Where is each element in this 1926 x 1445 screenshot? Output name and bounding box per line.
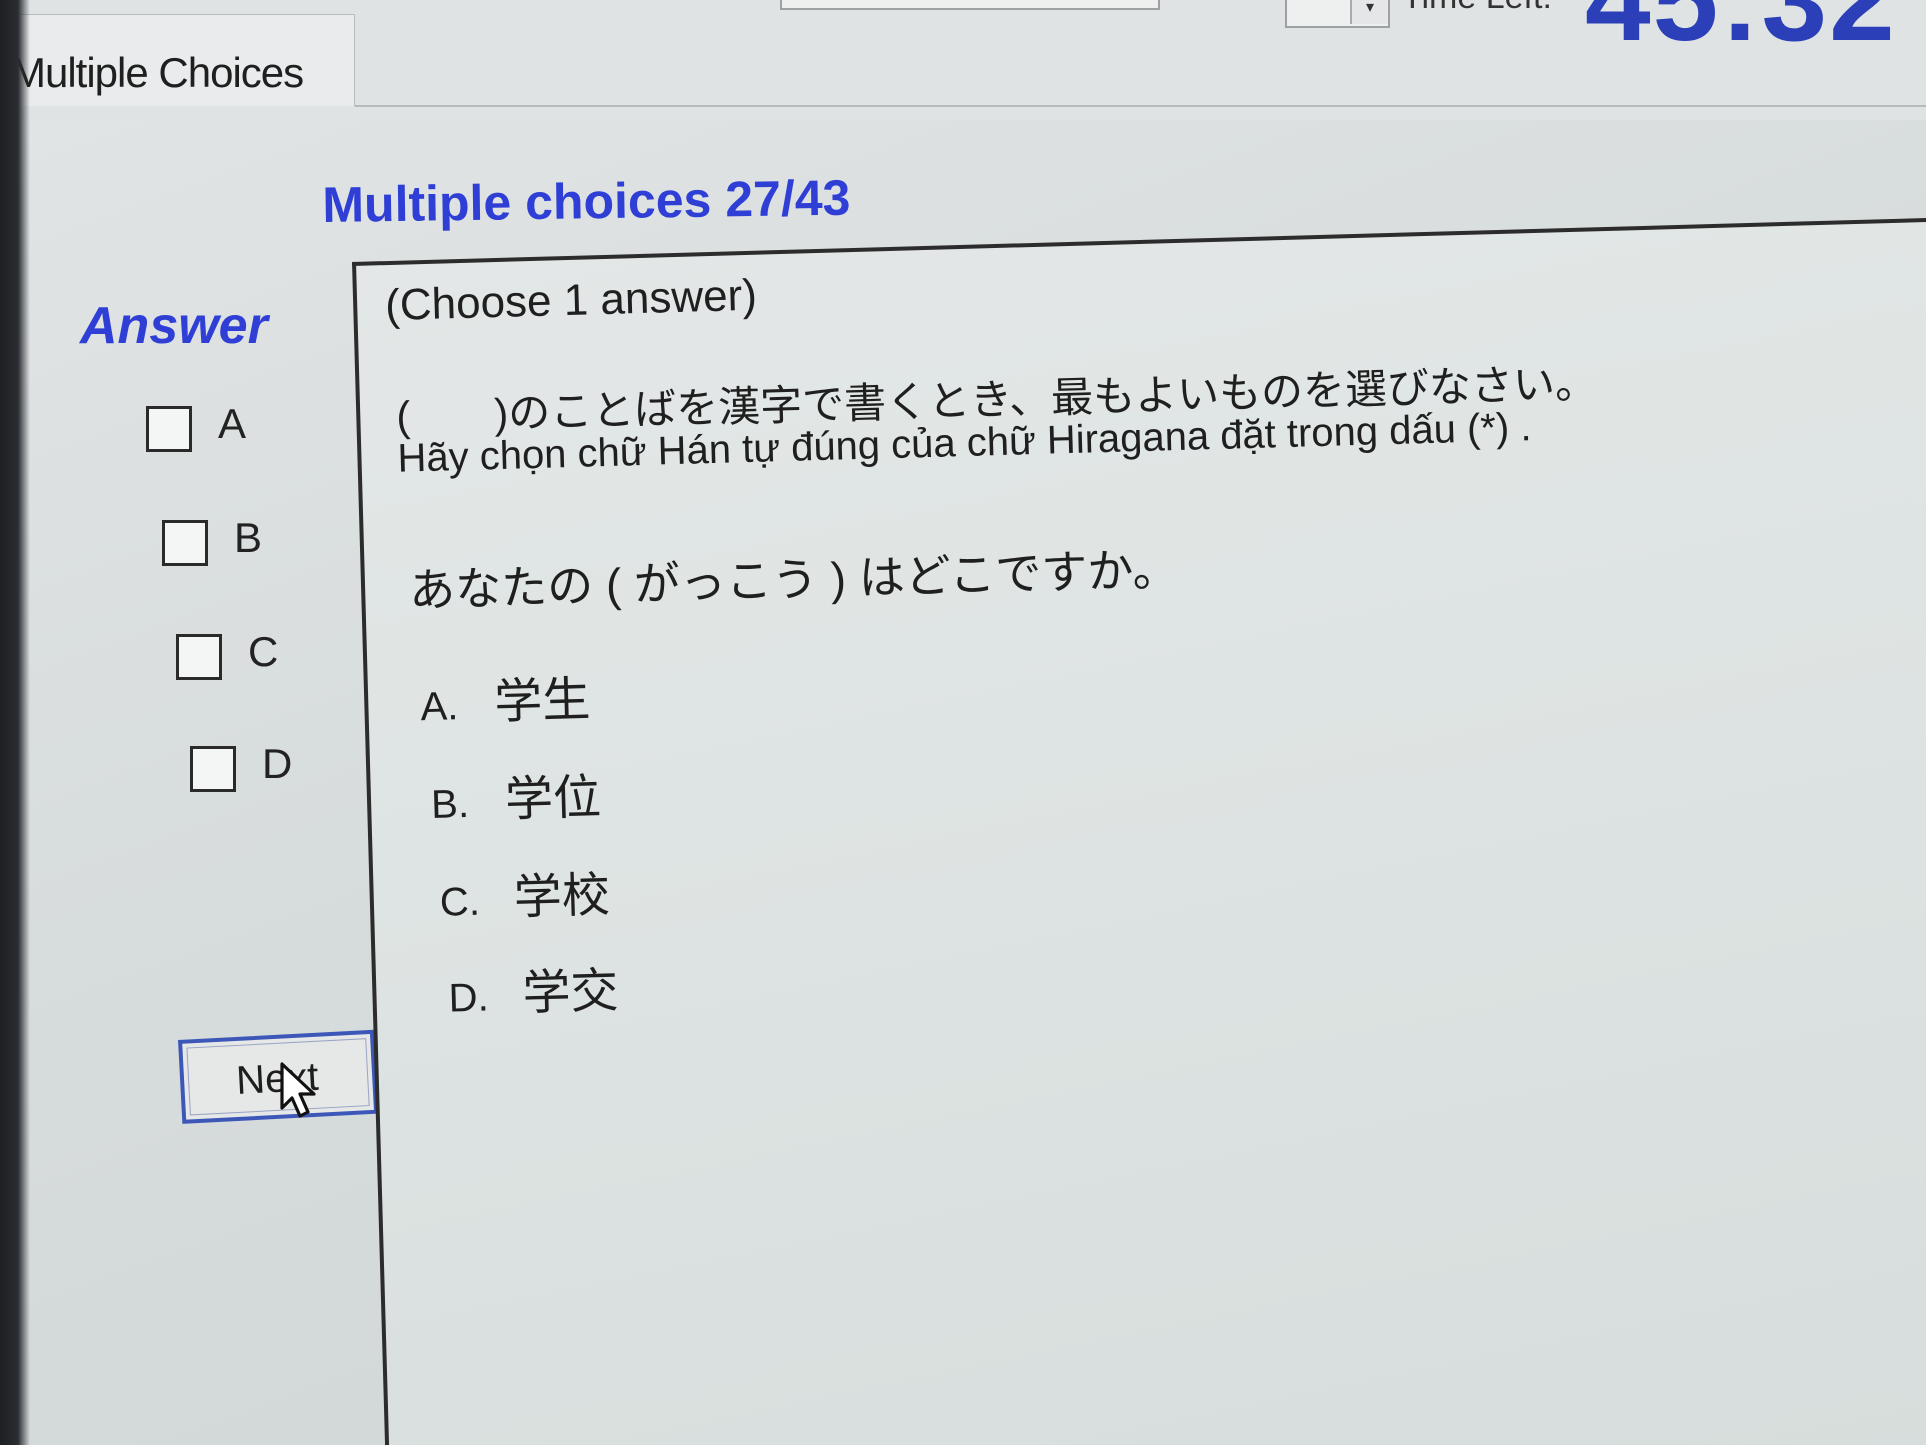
option-letter: A — [218, 400, 247, 447]
top-strip: Multiple Choices ▾ Time Left: 45:32 — [0, 0, 1926, 120]
question-sentence: あなたの ( がっこう ) はどこですか。 — [408, 543, 1180, 617]
checkbox-b[interactable] — [162, 520, 208, 566]
option-letter: C — [248, 628, 279, 675]
question-panel: (Choose 1 answer) ( )のことばを漢字で書くとき、最もよいもの… — [352, 216, 1926, 1445]
checkbox-a[interactable] — [146, 406, 192, 452]
option-letter: B — [234, 514, 263, 561]
top-field[interactable] — [780, 0, 1160, 10]
section-title: Multiple choices 27/43 — [322, 169, 851, 233]
choice-text: 学位 — [504, 771, 602, 827]
option-letter: D — [262, 740, 293, 787]
tab-divider — [355, 105, 1926, 107]
choice-c: C. 学校 — [439, 855, 611, 930]
choice-letter: B. — [430, 781, 470, 827]
time-left-value: 45:32 — [1585, 0, 1897, 66]
choice-letter: A. — [419, 684, 459, 730]
answer-title: Answer — [80, 297, 268, 355]
choice-text: 学校 — [513, 869, 611, 925]
choice-letter: D. — [447, 975, 490, 1021]
choice-b: B. 学位 — [430, 757, 602, 832]
question-instruction: (Choose 1 answer) — [384, 270, 758, 331]
time-left-label: Time Left: — [1402, 0, 1552, 17]
next-button[interactable]: Next — [178, 1029, 379, 1124]
exam-screen: Multiple Choices ▾ Time Left: 45:32 Mult… — [0, 0, 1926, 1445]
choice-a: A. 学生 — [419, 660, 591, 735]
tab-label: Multiple Choices — [11, 49, 304, 96]
mouse-pointer-icon — [280, 1062, 316, 1118]
checkbox-c[interactable] — [176, 634, 222, 680]
choice-d: D. 学交 — [447, 951, 619, 1026]
monitor-bezel — [0, 0, 30, 1445]
choice-letter: C. — [439, 879, 481, 925]
choice-text: 学交 — [521, 964, 620, 1021]
choice-text: 学生 — [493, 673, 592, 730]
tab-multiple-choices[interactable]: Multiple Choices — [0, 14, 355, 106]
chevron-down-icon[interactable]: ▾ — [1350, 0, 1388, 24]
checkbox-d[interactable] — [190, 746, 236, 792]
